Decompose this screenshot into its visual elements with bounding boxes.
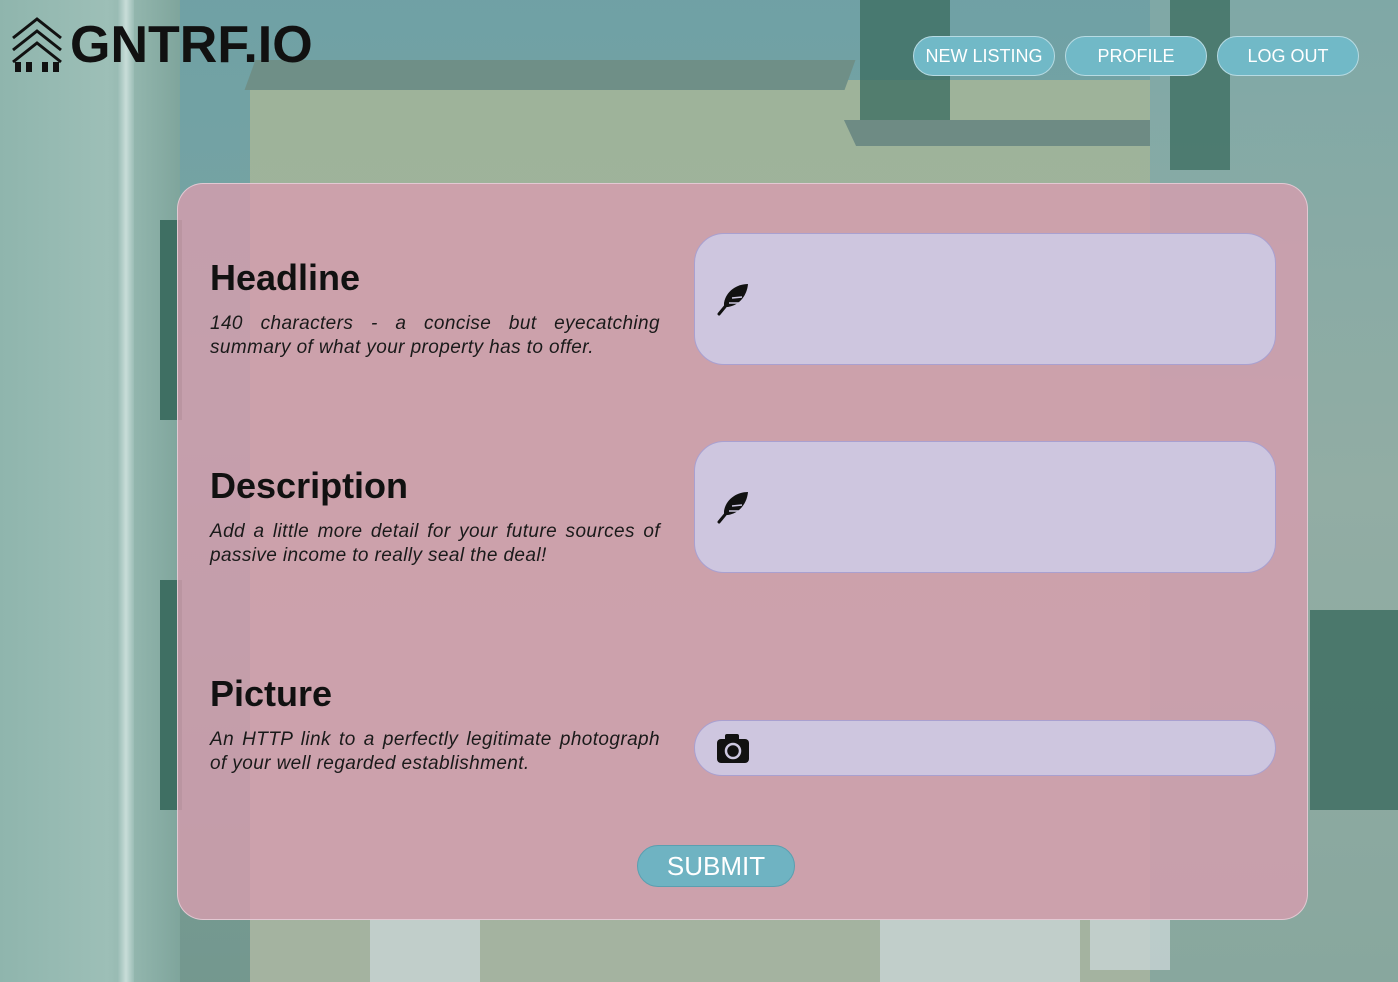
headline-label-group: Headline 140 characters - a concise but … (210, 258, 660, 360)
picture-title: Picture (210, 673, 333, 714)
picture-description: An HTTP link to a perfectly legitimate p… (210, 728, 660, 774)
picture-url-input[interactable] (767, 721, 1255, 775)
submit-button[interactable]: SUBMIT (637, 845, 795, 887)
brand-logo[interactable]: GNTRF.IO (10, 16, 313, 74)
description-label-group: Description Add a little more detail for… (210, 466, 660, 568)
description-input-box[interactable] (694, 441, 1276, 573)
new-listing-button[interactable]: NEW LISTING (913, 36, 1055, 76)
logout-button[interactable]: LOG OUT (1217, 36, 1359, 76)
feather-icon (717, 284, 748, 316)
brand-name: GNTRF.IO (70, 16, 313, 74)
description-input[interactable] (767, 442, 1255, 572)
top-nav: NEW LISTING PROFILE LOG OUT (913, 36, 1359, 76)
profile-button[interactable]: PROFILE (1065, 36, 1207, 76)
feather-icon (717, 492, 748, 524)
picture-label-group: Picture An HTTP link to a perfectly legi… (210, 674, 660, 776)
new-listing-form: Headline 140 characters - a concise but … (177, 183, 1308, 920)
description-title: Description (210, 465, 409, 506)
description-description: Add a little more detail for your future… (210, 520, 660, 566)
headline-title: Headline (210, 257, 361, 298)
headline-input[interactable] (767, 234, 1255, 364)
picture-input-box[interactable] (694, 720, 1276, 776)
page: GNTRF.IO NEW LISTING PROFILE LOG OUT Hea… (0, 0, 1398, 982)
headline-input-box[interactable] (694, 233, 1276, 365)
camera-icon (717, 734, 749, 763)
house-logo-icon (12, 17, 62, 72)
headline-description: 140 characters - a concise but eyecatchi… (210, 312, 660, 358)
